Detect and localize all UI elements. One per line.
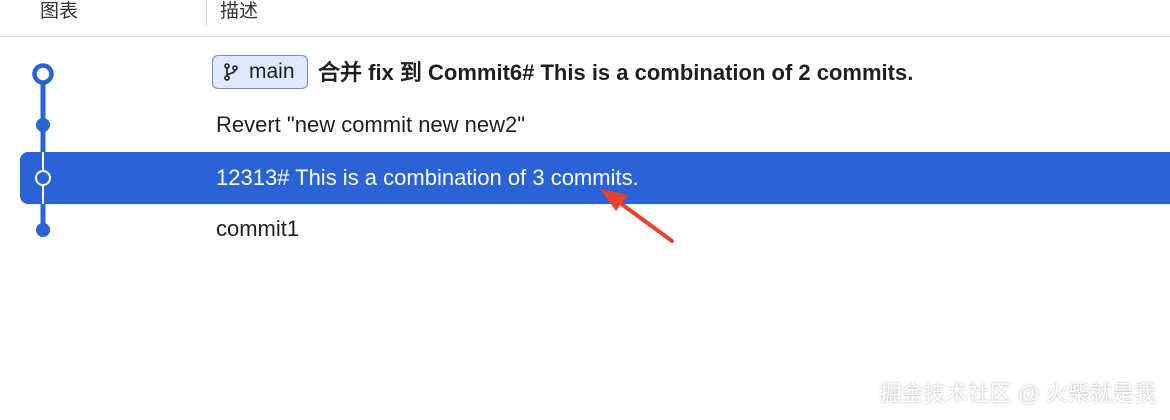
head-commit-node[interactable]	[32, 63, 54, 85]
commit-node[interactable]	[36, 223, 50, 237]
commit-row-selected[interactable]: 12313# This is a combination of 3 commit…	[20, 152, 1170, 204]
description-column-header[interactable]: 描述	[220, 0, 258, 24]
column-separator[interactable]	[206, 0, 207, 26]
commit-row[interactable]: commit1	[0, 203, 1170, 255]
commit-message: Revert "new commit new new2"	[216, 112, 526, 137]
commit-message: 12313# This is a combination of 3 commit…	[216, 165, 639, 190]
selected-commit-node[interactable]	[35, 170, 51, 186]
branch-name: main	[249, 60, 295, 83]
watermark: 掘金技术社区 @ 火柴就是我	[879, 381, 1156, 406]
commit-message: commit1	[216, 216, 300, 241]
column-header: 图表 描述	[0, 0, 1170, 37]
git-branch-icon	[224, 63, 238, 81]
commit-row[interactable]: Revert "new commit new new2"	[0, 99, 1170, 151]
commit-node[interactable]	[36, 118, 50, 132]
commit-message: 合并 fix 到 Commit6# This is a combination …	[318, 60, 914, 85]
commit-graph	[32, 63, 54, 237]
branch-tag-main[interactable]: main	[212, 55, 308, 89]
commit-row[interactable]: main 合并 fix 到 Commit6# This is a combina…	[0, 47, 1170, 99]
